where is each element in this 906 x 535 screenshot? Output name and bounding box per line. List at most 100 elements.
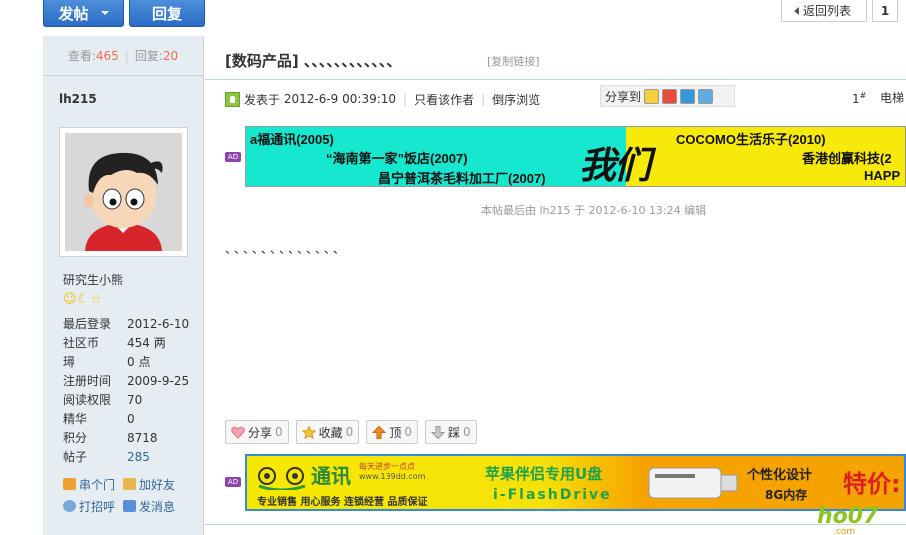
info-value: 8718: [127, 430, 158, 445]
upvote-label: 顶: [389, 425, 402, 440]
message-label: 发消息: [139, 499, 176, 514]
upvote-count: 0: [404, 425, 412, 439]
ad-banner-top[interactable]: a福通讯(2005) “海南第一家”饭店(2007) 昌宁普洱茶毛料加工厂(20…: [245, 126, 906, 187]
banner2-memory: 8G内存: [765, 488, 808, 502]
upvote-button[interactable]: 顶0: [366, 420, 418, 444]
info-row: 阅读权限 70: [63, 390, 198, 409]
floor-number: 1#: [852, 91, 866, 106]
reply-button[interactable]: 回复: [129, 0, 205, 27]
avatar-illustration: [65, 133, 182, 251]
author-actions: 串个门 加好友 打招呼 发消息: [63, 473, 198, 517]
usb-drive-icon: [648, 467, 738, 499]
posted-label: 发表于: [244, 92, 281, 107]
banner2-product: 苹果伴侣专用U盘: [485, 465, 603, 483]
info-row: 精华 0: [63, 409, 198, 428]
banner2-product-en: i-FlashDrive: [493, 487, 612, 503]
favorite-label: 收藏: [318, 425, 343, 440]
page-number-current[interactable]: 1: [872, 0, 898, 22]
copy-link[interactable]: [复制链接]: [487, 53, 540, 69]
info-value: 70: [127, 392, 143, 407]
info-value: 2012-6-10: [127, 316, 190, 331]
share-label: 分享: [248, 425, 273, 440]
greet-button[interactable]: 打招呼: [63, 498, 115, 515]
info-key: 注册时间: [63, 374, 112, 388]
share-button[interactable]: 分享 0: [225, 420, 289, 444]
meta-divider: |: [403, 92, 408, 106]
banner-right-3: HAPP: [864, 168, 901, 183]
favorite-count: 0: [345, 425, 354, 439]
actions-row: 打招呼 发消息: [63, 495, 198, 517]
post-button[interactable]: 发帖: [43, 0, 124, 27]
sun-icon: ☺: [63, 292, 77, 307]
post-button-label: 发帖: [58, 4, 89, 23]
banner2-price: 特价:: [843, 470, 901, 498]
add-friend-label: 加好友: [139, 477, 176, 492]
share-baidu-icon[interactable]: [680, 88, 696, 104]
add-friend-icon: [123, 478, 137, 490]
share-bar: 分享到: [600, 85, 735, 107]
info-row: 注册时间 2009-9-25: [63, 371, 198, 390]
views-label: 查看:: [67, 49, 96, 63]
info-key: 社区币: [63, 336, 100, 350]
online-status-icon: [225, 91, 240, 107]
posts-count-link[interactable]: 285: [127, 450, 150, 464]
reverse-order-link[interactable]: 倒序浏览: [492, 91, 540, 108]
post-meta: 发表于 2012-6-9 00:39:10 | 只看该作者 | 倒序浏览: [225, 89, 540, 109]
back-to-list-link[interactable]: 返回列表: [781, 0, 867, 22]
only-author-link[interactable]: 只看该作者: [414, 91, 474, 108]
banner-right-2: 香港创赢科技(2: [802, 151, 892, 166]
send-message-button[interactable]: 发消息: [123, 498, 175, 515]
rank-stars: ☺ ☾ ☆: [63, 292, 102, 307]
avatar[interactable]: [65, 133, 182, 251]
share-count: 0: [275, 425, 283, 439]
downvote-count: 0: [462, 425, 471, 439]
brand-logo-icon: [258, 467, 306, 490]
share-weibo-icon[interactable]: [662, 88, 678, 104]
posted-time: 2012-6-9 00:39:10: [283, 92, 397, 106]
downvote-button[interactable]: 踩0: [424, 420, 477, 444]
info-key: 帖子: [63, 450, 88, 464]
visit-button[interactable]: 串个门: [63, 476, 115, 493]
info-value: 454 两: [127, 336, 166, 350]
post-action-buttons: 分享 0 收藏 0 顶0 踩0: [225, 420, 477, 444]
arrow-down-icon: [430, 425, 445, 439]
add-friend-button[interactable]: 加好友: [123, 476, 175, 493]
info-row: 积分 8718: [63, 428, 198, 447]
banner-center-text: 我们: [579, 144, 651, 187]
info-row: 最后登录 2012-6-10: [63, 314, 198, 333]
stats-divider: |: [124, 48, 129, 63]
replies-label: 回复:: [134, 49, 163, 63]
banner2-slogan: 每天进步一点点: [359, 462, 415, 471]
author-name[interactable]: lh215: [59, 92, 97, 106]
favorite-button[interactable]: 收藏 0: [295, 420, 360, 444]
avatar-frame[interactable]: [59, 127, 188, 257]
banner2-tags: 专业销售 用心服务 连锁经营 品质保证: [257, 497, 428, 508]
watermark-site: .com: [833, 527, 856, 535]
chevron-left-icon: [794, 6, 799, 15]
info-value: 0: [127, 411, 135, 426]
meta-divider: |: [481, 92, 486, 106]
post-title: [数码产品] 、、、、、、、、、、、、: [225, 52, 402, 70]
info-key: 精华: [63, 412, 88, 426]
star-icon: ☆: [90, 292, 102, 307]
reply-button-label: 回复: [151, 4, 182, 23]
share-qzone-icon[interactable]: [644, 88, 660, 104]
ad-banner-bottom[interactable]: 通讯 每天进步一点点 www.139dd.com 专业销售 用心服务 连锁经营 …: [245, 454, 906, 511]
back-to-list-label: 返回列表: [803, 4, 852, 18]
post-footer-divider: [205, 524, 906, 525]
info-row: 璕 0 点: [63, 352, 198, 371]
home-icon: [63, 478, 76, 490]
info-row: 社区币 454 两: [63, 333, 198, 352]
views-count: 465: [95, 48, 119, 63]
share-p-icon[interactable]: [698, 88, 714, 104]
elevator-link[interactable]: 电梯: [880, 89, 904, 106]
floor-value: 1: [852, 92, 860, 106]
info-key: 璕: [63, 355, 76, 369]
info-key: 最后登录: [63, 317, 112, 331]
banner2-brand: 通讯: [311, 464, 351, 488]
actions-row: 串个门 加好友: [63, 473, 198, 495]
mail-icon: [123, 500, 137, 512]
banner-line-2: “海南第一家”饭店(2007): [326, 151, 468, 166]
moon-icon: ☾: [77, 292, 90, 307]
banner-line-1: a福通讯(2005): [250, 132, 334, 147]
